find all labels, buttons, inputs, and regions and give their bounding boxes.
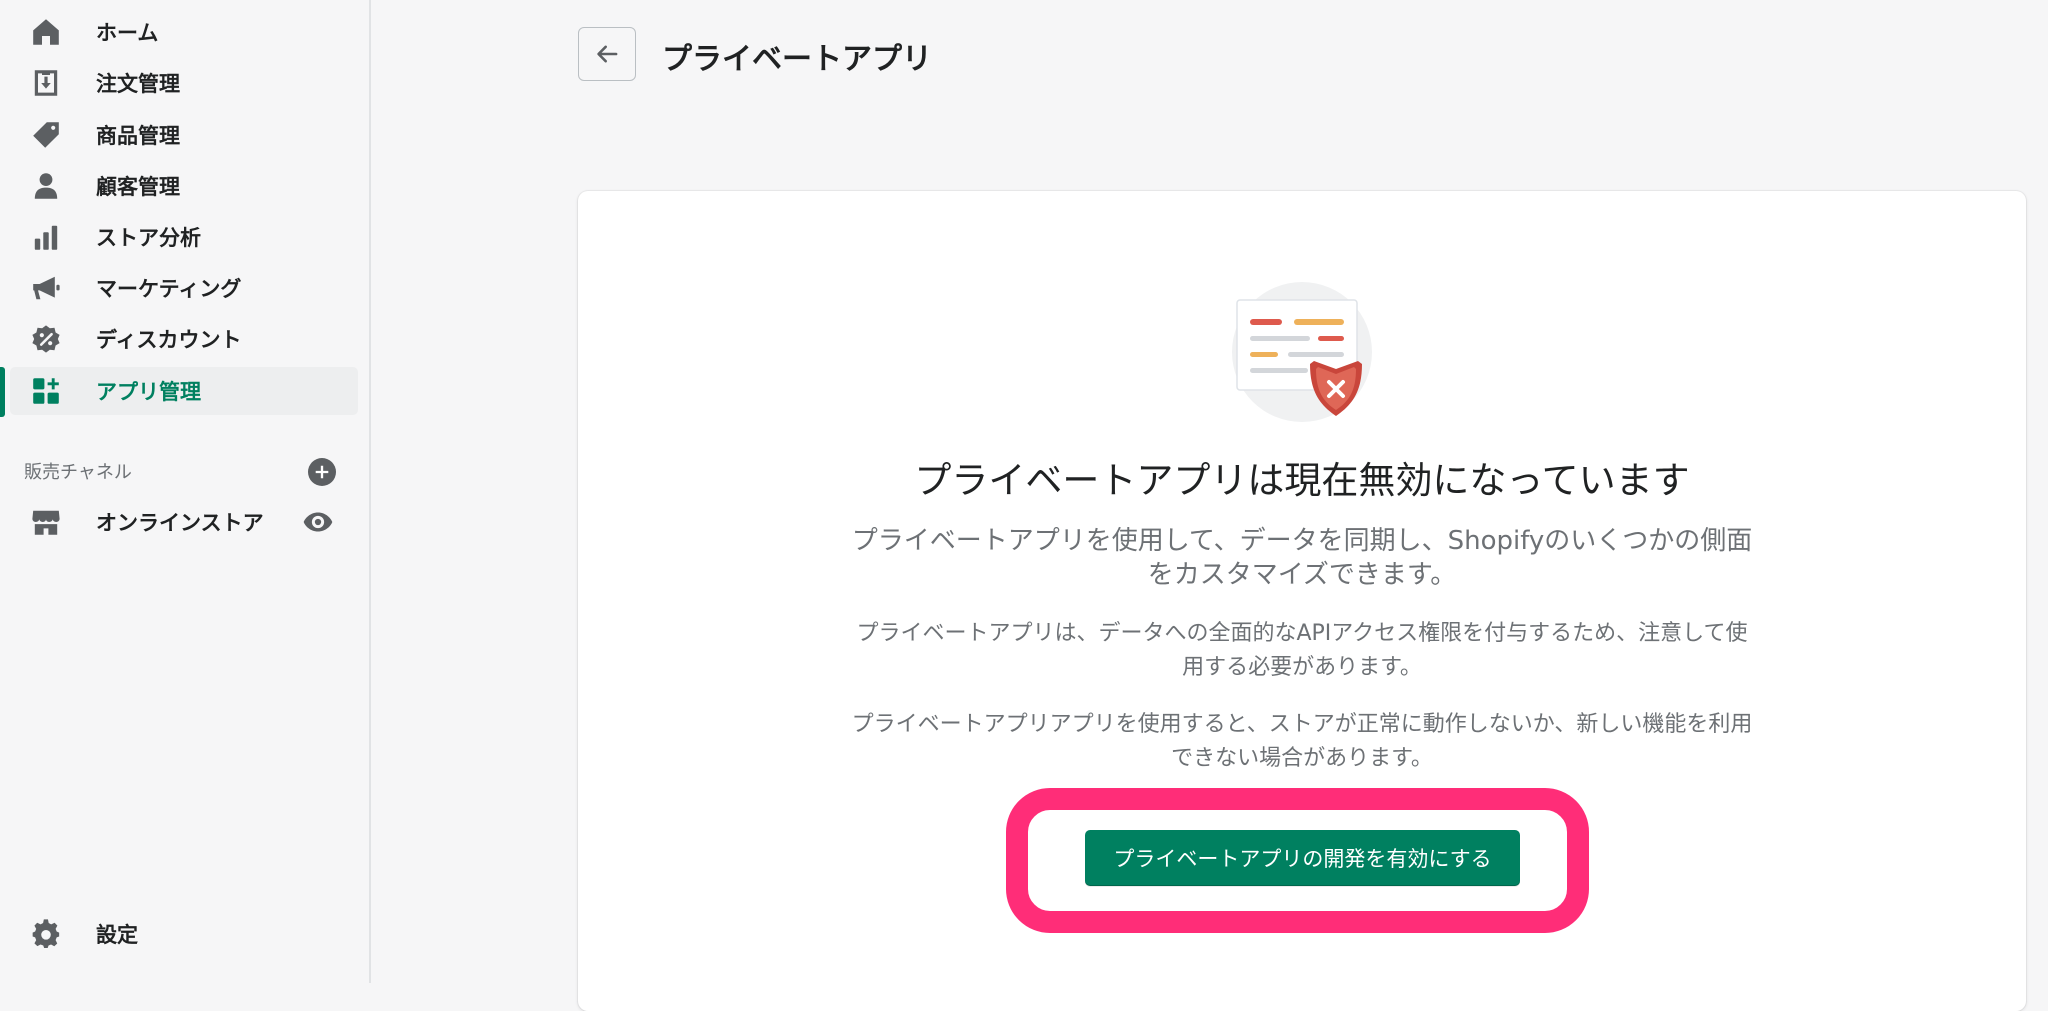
discount-icon xyxy=(28,321,64,357)
sidebar-item-settings[interactable]: 設定 xyxy=(10,910,358,958)
sidebar-item-label: オンラインストア xyxy=(96,511,264,535)
sidebar-item-label: ホーム xyxy=(96,21,159,45)
sidebar-item-label: ディスカウント xyxy=(96,328,242,352)
sidebar-item-label: 注文管理 xyxy=(96,72,180,96)
sidebar-item-label: 商品管理 xyxy=(96,124,180,148)
sidebar-item-label: ストア分析 xyxy=(96,226,201,250)
store-icon xyxy=(28,504,64,540)
analytics-icon xyxy=(28,219,64,255)
view-store-eye-icon[interactable] xyxy=(302,510,334,534)
megaphone-icon xyxy=(28,270,64,306)
sidebar-item-analytics[interactable]: ストア分析 xyxy=(10,213,358,261)
sidebar-item-discounts[interactable]: ディスカウント xyxy=(10,315,358,363)
empty-state-paragraph-2: プライベートアプリアプリを使用すると、ストアが正常に動作しないか、新しい機能を利… xyxy=(851,712,1753,771)
sidebar-item-label: アプリ管理 xyxy=(96,380,201,404)
active-indicator xyxy=(0,367,5,417)
sidebar-item-apps[interactable]: アプリ管理 xyxy=(10,367,358,415)
sidebar-item-online-store[interactable]: オンラインストア xyxy=(10,498,358,546)
sidebar-item-products[interactable]: 商品管理 xyxy=(10,111,358,159)
sidebar-item-label: マーケティング xyxy=(96,277,242,301)
sidebar: ホーム 注文管理 商品管理 顧客管理 ストア分析 マーケティング ディスカウント… xyxy=(0,0,371,983)
empty-state-heading: プライベートアプリは現在無効になっています xyxy=(914,459,1690,502)
arrow-left-icon xyxy=(597,45,618,63)
back-button[interactable] xyxy=(578,27,636,81)
empty-state-subheading: プライベートアプリを使用して、データを同期し、Shopifyのいくつかの側面をカ… xyxy=(851,526,1753,590)
customer-icon xyxy=(28,168,64,204)
sidebar-item-marketing[interactable]: マーケティング xyxy=(10,264,358,312)
home-icon xyxy=(28,14,64,50)
sidebar-item-customers[interactable]: 顧客管理 xyxy=(10,162,358,210)
orders-icon xyxy=(28,65,64,101)
sales-channels-heading: 販売チャネル xyxy=(24,462,132,483)
empty-state-paragraph-1: プライベートアプリは、データへの全面的なAPIアクセス権限を付与するため、注意し… xyxy=(856,621,1748,680)
sidebar-item-home[interactable]: ホーム xyxy=(10,8,358,56)
sidebar-item-orders[interactable]: 注文管理 xyxy=(10,59,358,107)
sidebar-item-label: 顧客管理 xyxy=(96,175,180,199)
disabled-document-shield-illustration xyxy=(1232,282,1372,422)
gear-icon xyxy=(28,916,64,952)
sidebar-item-label: 設定 xyxy=(96,923,138,947)
page-title: プライベートアプリ xyxy=(662,42,932,77)
add-sales-channel-button[interactable] xyxy=(308,458,336,486)
apps-icon xyxy=(28,373,64,409)
enable-private-app-development-button[interactable]: プライベートアプリの開発を有効にする xyxy=(1085,830,1520,886)
plus-icon xyxy=(315,465,329,479)
tag-icon xyxy=(28,117,64,153)
